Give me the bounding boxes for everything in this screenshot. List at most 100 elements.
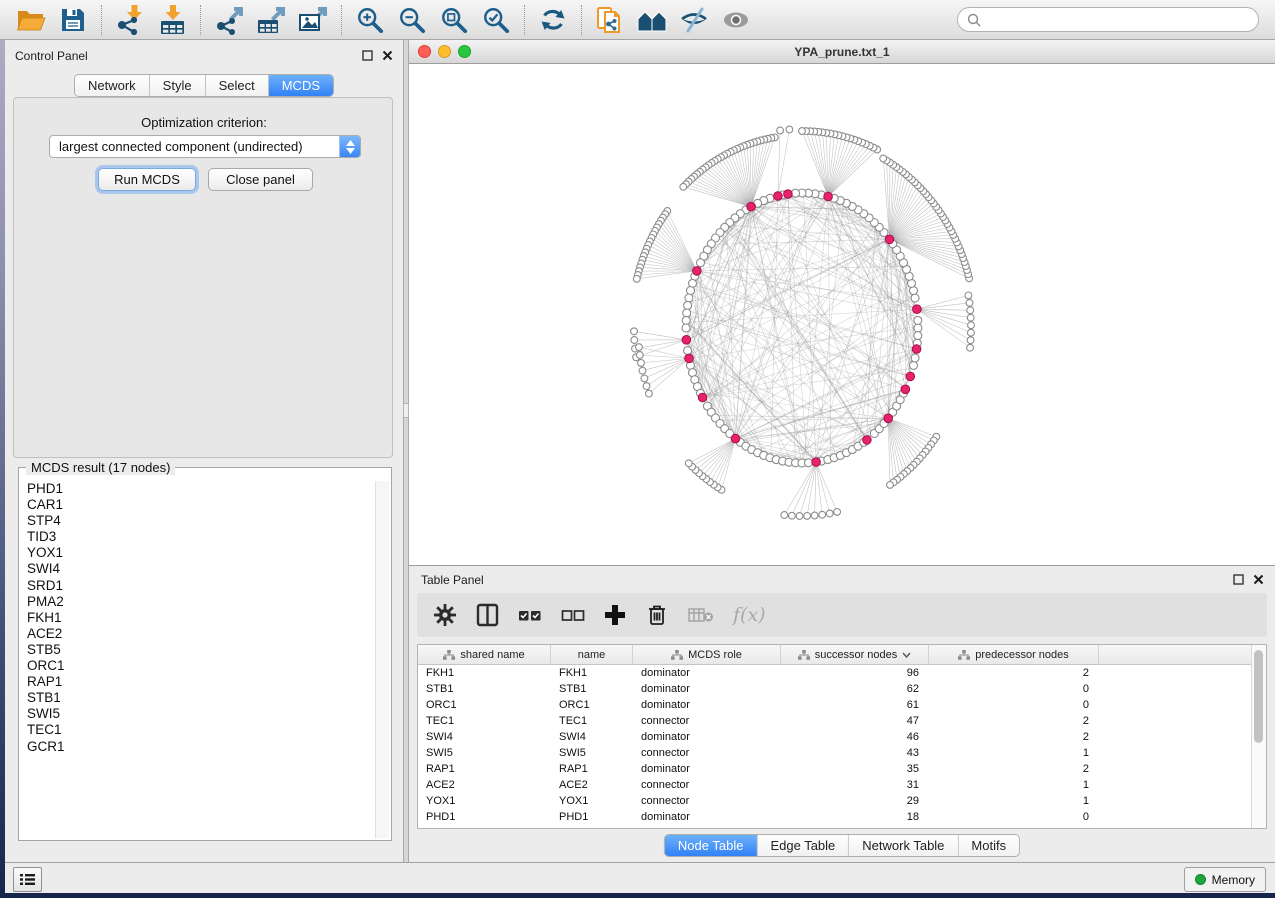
- search-input[interactable]: [987, 12, 1249, 28]
- network-leaf-node[interactable]: [631, 328, 638, 335]
- table-row[interactable]: YOX1 YOX1 connector 29 1: [418, 793, 1266, 809]
- table-scrollbar-thumb[interactable]: [1254, 650, 1263, 743]
- network-leaf-node[interactable]: [641, 375, 648, 382]
- network-node[interactable]: [682, 316, 690, 324]
- network-node[interactable]: [911, 354, 919, 362]
- network-leaf-node[interactable]: [967, 344, 974, 351]
- panel-selector-button[interactable]: [13, 867, 42, 892]
- network-node[interactable]: [914, 324, 922, 332]
- network-leaf-node[interactable]: [804, 513, 811, 520]
- column-header-mcds-role[interactable]: MCDS role: [633, 645, 781, 664]
- table-row[interactable]: FKH1 FKH1 dominator 96 2: [418, 665, 1266, 681]
- delete-table-icon[interactable]: [688, 607, 714, 623]
- network-node[interactable]: [697, 259, 705, 267]
- network-leaf-node[interactable]: [636, 352, 643, 359]
- tab-network[interactable]: Network: [75, 75, 150, 96]
- mcds-result-item[interactable]: SWI5: [21, 706, 376, 722]
- network-leaf-node[interactable]: [781, 512, 788, 519]
- tab-mcds[interactable]: MCDS: [269, 75, 333, 96]
- table-row[interactable]: STB1 STB1 dominator 62 0: [418, 681, 1266, 697]
- criterion-dropdown[interactable]: largest connected component (undirected): [49, 135, 361, 158]
- function-builder-icon[interactable]: f(x): [733, 604, 766, 626]
- search-field[interactable]: [957, 7, 1259, 32]
- network-leaf-node[interactable]: [965, 292, 972, 299]
- export-image-icon[interactable]: [292, 4, 334, 36]
- table-row[interactable]: ORC1 ORC1 dominator 61 0: [418, 697, 1266, 713]
- maximize-window-icon[interactable]: [458, 45, 471, 58]
- network-node[interactable]: [687, 287, 695, 295]
- first-neighbors-icon[interactable]: [631, 4, 673, 36]
- close-panel-button[interactable]: Close panel: [208, 168, 313, 191]
- tab-select[interactable]: Select: [206, 75, 269, 96]
- delete-column-trash-icon[interactable]: [645, 603, 669, 627]
- table-row[interactable]: PHD1 PHD1 dominator 18 0: [418, 809, 1266, 825]
- table-scrollbar[interactable]: [1251, 645, 1266, 828]
- network-hub-node[interactable]: [913, 305, 922, 314]
- table-settings-gear-icon[interactable]: [433, 603, 457, 627]
- network-node[interactable]: [683, 309, 691, 317]
- network-hub-node[interactable]: [774, 192, 783, 201]
- zoom-selected-icon[interactable]: [475, 4, 517, 36]
- network-leaf-node[interactable]: [968, 329, 975, 336]
- network-hub-node[interactable]: [784, 190, 793, 199]
- mcds-result-item[interactable]: PMA2: [21, 594, 376, 610]
- mcds-result-item[interactable]: STP4: [21, 513, 376, 529]
- show-all-icon[interactable]: [715, 4, 757, 36]
- memory-button[interactable]: Memory: [1184, 867, 1266, 892]
- mcds-result-item[interactable]: GCR1: [21, 739, 376, 755]
- network-leaf-node[interactable]: [789, 512, 796, 519]
- network-hub-node[interactable]: [685, 354, 694, 363]
- network-node[interactable]: [911, 294, 919, 302]
- float-window-icon[interactable]: [1233, 574, 1244, 585]
- column-header-shared-name[interactable]: shared name: [418, 645, 551, 664]
- network-node[interactable]: [910, 361, 918, 369]
- network-hub-node[interactable]: [824, 192, 833, 201]
- export-network-icon[interactable]: [208, 4, 250, 36]
- network-leaf-node[interactable]: [633, 275, 640, 282]
- zoom-fit-icon[interactable]: [433, 4, 475, 36]
- network-leaf-node[interactable]: [685, 460, 692, 467]
- network-hub-node[interactable]: [885, 235, 894, 244]
- network-hub-node[interactable]: [747, 202, 756, 211]
- network-leaf-node[interactable]: [967, 337, 974, 344]
- network-hub-node[interactable]: [812, 458, 821, 467]
- import-network-icon[interactable]: [109, 4, 151, 36]
- mcds-result-item[interactable]: ORC1: [21, 658, 376, 674]
- mcds-result-item[interactable]: TEC1: [21, 722, 376, 738]
- tab-node-table[interactable]: Node Table: [665, 835, 758, 856]
- add-column-icon[interactable]: [604, 604, 626, 626]
- close-window-icon[interactable]: [418, 45, 431, 58]
- table-row[interactable]: TEC1 TEC1 connector 47 2: [418, 713, 1266, 729]
- network-node[interactable]: [685, 294, 693, 302]
- close-icon[interactable]: [1253, 574, 1264, 585]
- column-header-predecessor-nodes[interactable]: predecessor nodes: [929, 645, 1099, 664]
- network-node[interactable]: [805, 459, 813, 467]
- network-leaf-node[interactable]: [680, 183, 687, 190]
- float-window-icon[interactable]: [362, 50, 373, 61]
- hide-selection-icon[interactable]: [673, 4, 715, 36]
- network-hub-node[interactable]: [863, 436, 872, 445]
- network-leaf-node[interactable]: [636, 344, 643, 351]
- tab-edge-table[interactable]: Edge Table: [757, 835, 849, 856]
- tab-network-table[interactable]: Network Table: [849, 835, 958, 856]
- network-leaf-node[interactable]: [968, 322, 975, 329]
- select-all-columns-icon[interactable]: [518, 609, 542, 622]
- mcds-result-item[interactable]: TID3: [21, 529, 376, 545]
- network-leaf-node[interactable]: [631, 337, 638, 344]
- network-leaf-node[interactable]: [967, 314, 974, 321]
- run-mcds-button[interactable]: Run MCDS: [98, 168, 196, 191]
- export-table-icon[interactable]: [250, 4, 292, 36]
- tab-style[interactable]: Style: [150, 75, 206, 96]
- import-table-icon[interactable]: [151, 4, 193, 36]
- network-node[interactable]: [914, 316, 922, 324]
- network-hub-node[interactable]: [884, 414, 893, 423]
- network-leaf-node[interactable]: [799, 128, 806, 135]
- network-leaf-node[interactable]: [880, 155, 887, 162]
- network-leaf-node[interactable]: [967, 307, 974, 314]
- show-columns-icon[interactable]: [476, 603, 499, 627]
- network-leaf-node[interactable]: [811, 512, 818, 519]
- network-hub-node[interactable]: [906, 372, 915, 381]
- network-from-selection-icon[interactable]: [589, 4, 631, 36]
- table-row[interactable]: ACE2 ACE2 connector 31 1: [418, 777, 1266, 793]
- network-hub-node[interactable]: [731, 434, 740, 443]
